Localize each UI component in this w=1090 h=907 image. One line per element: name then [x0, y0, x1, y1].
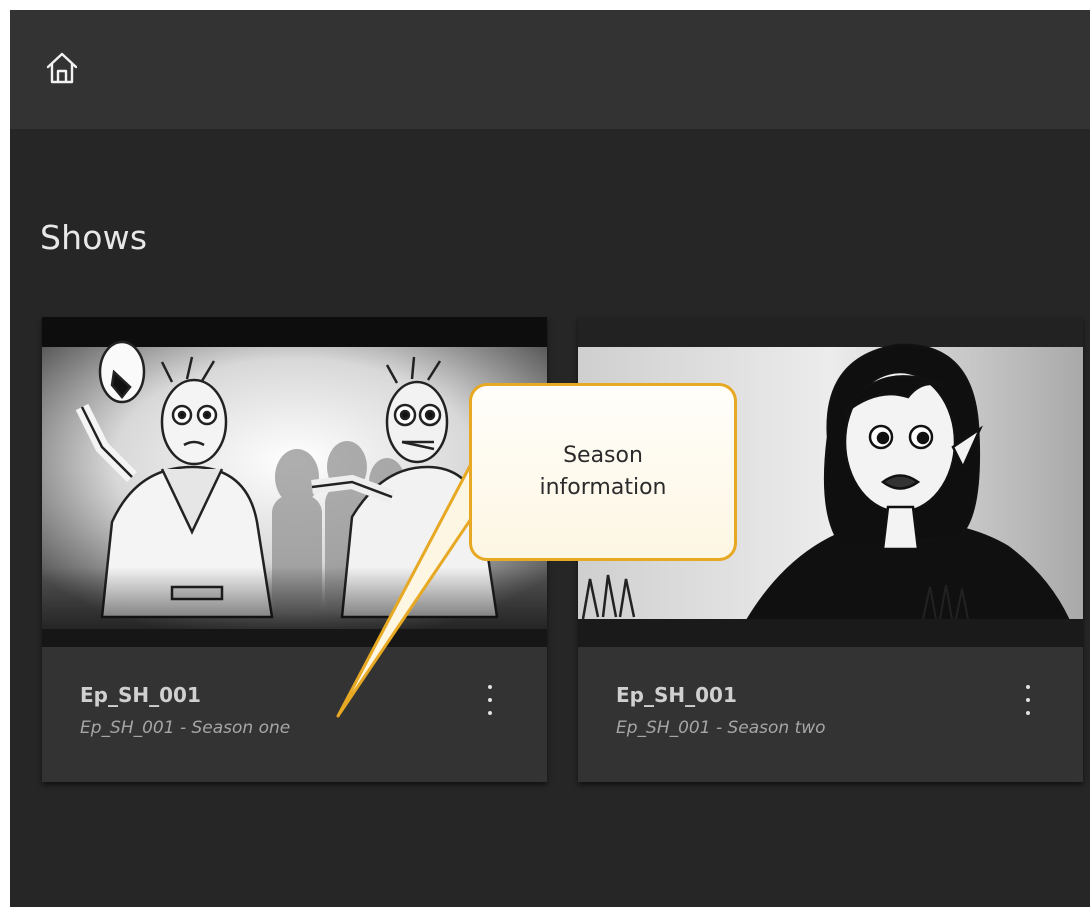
- callout-line: Season: [563, 443, 643, 468]
- top-bar: [10, 10, 1090, 129]
- more-vertical-icon: [488, 685, 492, 715]
- callout-season-information: Season information: [469, 383, 737, 561]
- show-subtitle: Ep_SH_001 - Season two: [616, 718, 826, 738]
- more-vertical-icon: [1026, 685, 1030, 715]
- app-window: Shows Ep_SH_001 Ep_SH_001 - Season one E…: [10, 10, 1090, 907]
- callout-text: Season information: [513, 440, 693, 504]
- show-title[interactable]: Ep_SH_001: [80, 683, 201, 707]
- show-subtitle: Ep_SH_001 - Season one: [80, 718, 291, 738]
- show-info: Ep_SH_001 Ep_SH_001 - Season one: [42, 647, 547, 782]
- home-icon: [46, 52, 78, 84]
- more-options-button[interactable]: [1016, 683, 1040, 717]
- callout-line: information: [539, 475, 667, 500]
- show-title[interactable]: Ep_SH_001: [616, 683, 737, 707]
- show-info: Ep_SH_001 Ep_SH_001 - Season two: [578, 647, 1083, 782]
- more-options-button[interactable]: [478, 683, 502, 717]
- home-button[interactable]: [42, 48, 82, 88]
- page-title: Shows: [40, 218, 148, 257]
